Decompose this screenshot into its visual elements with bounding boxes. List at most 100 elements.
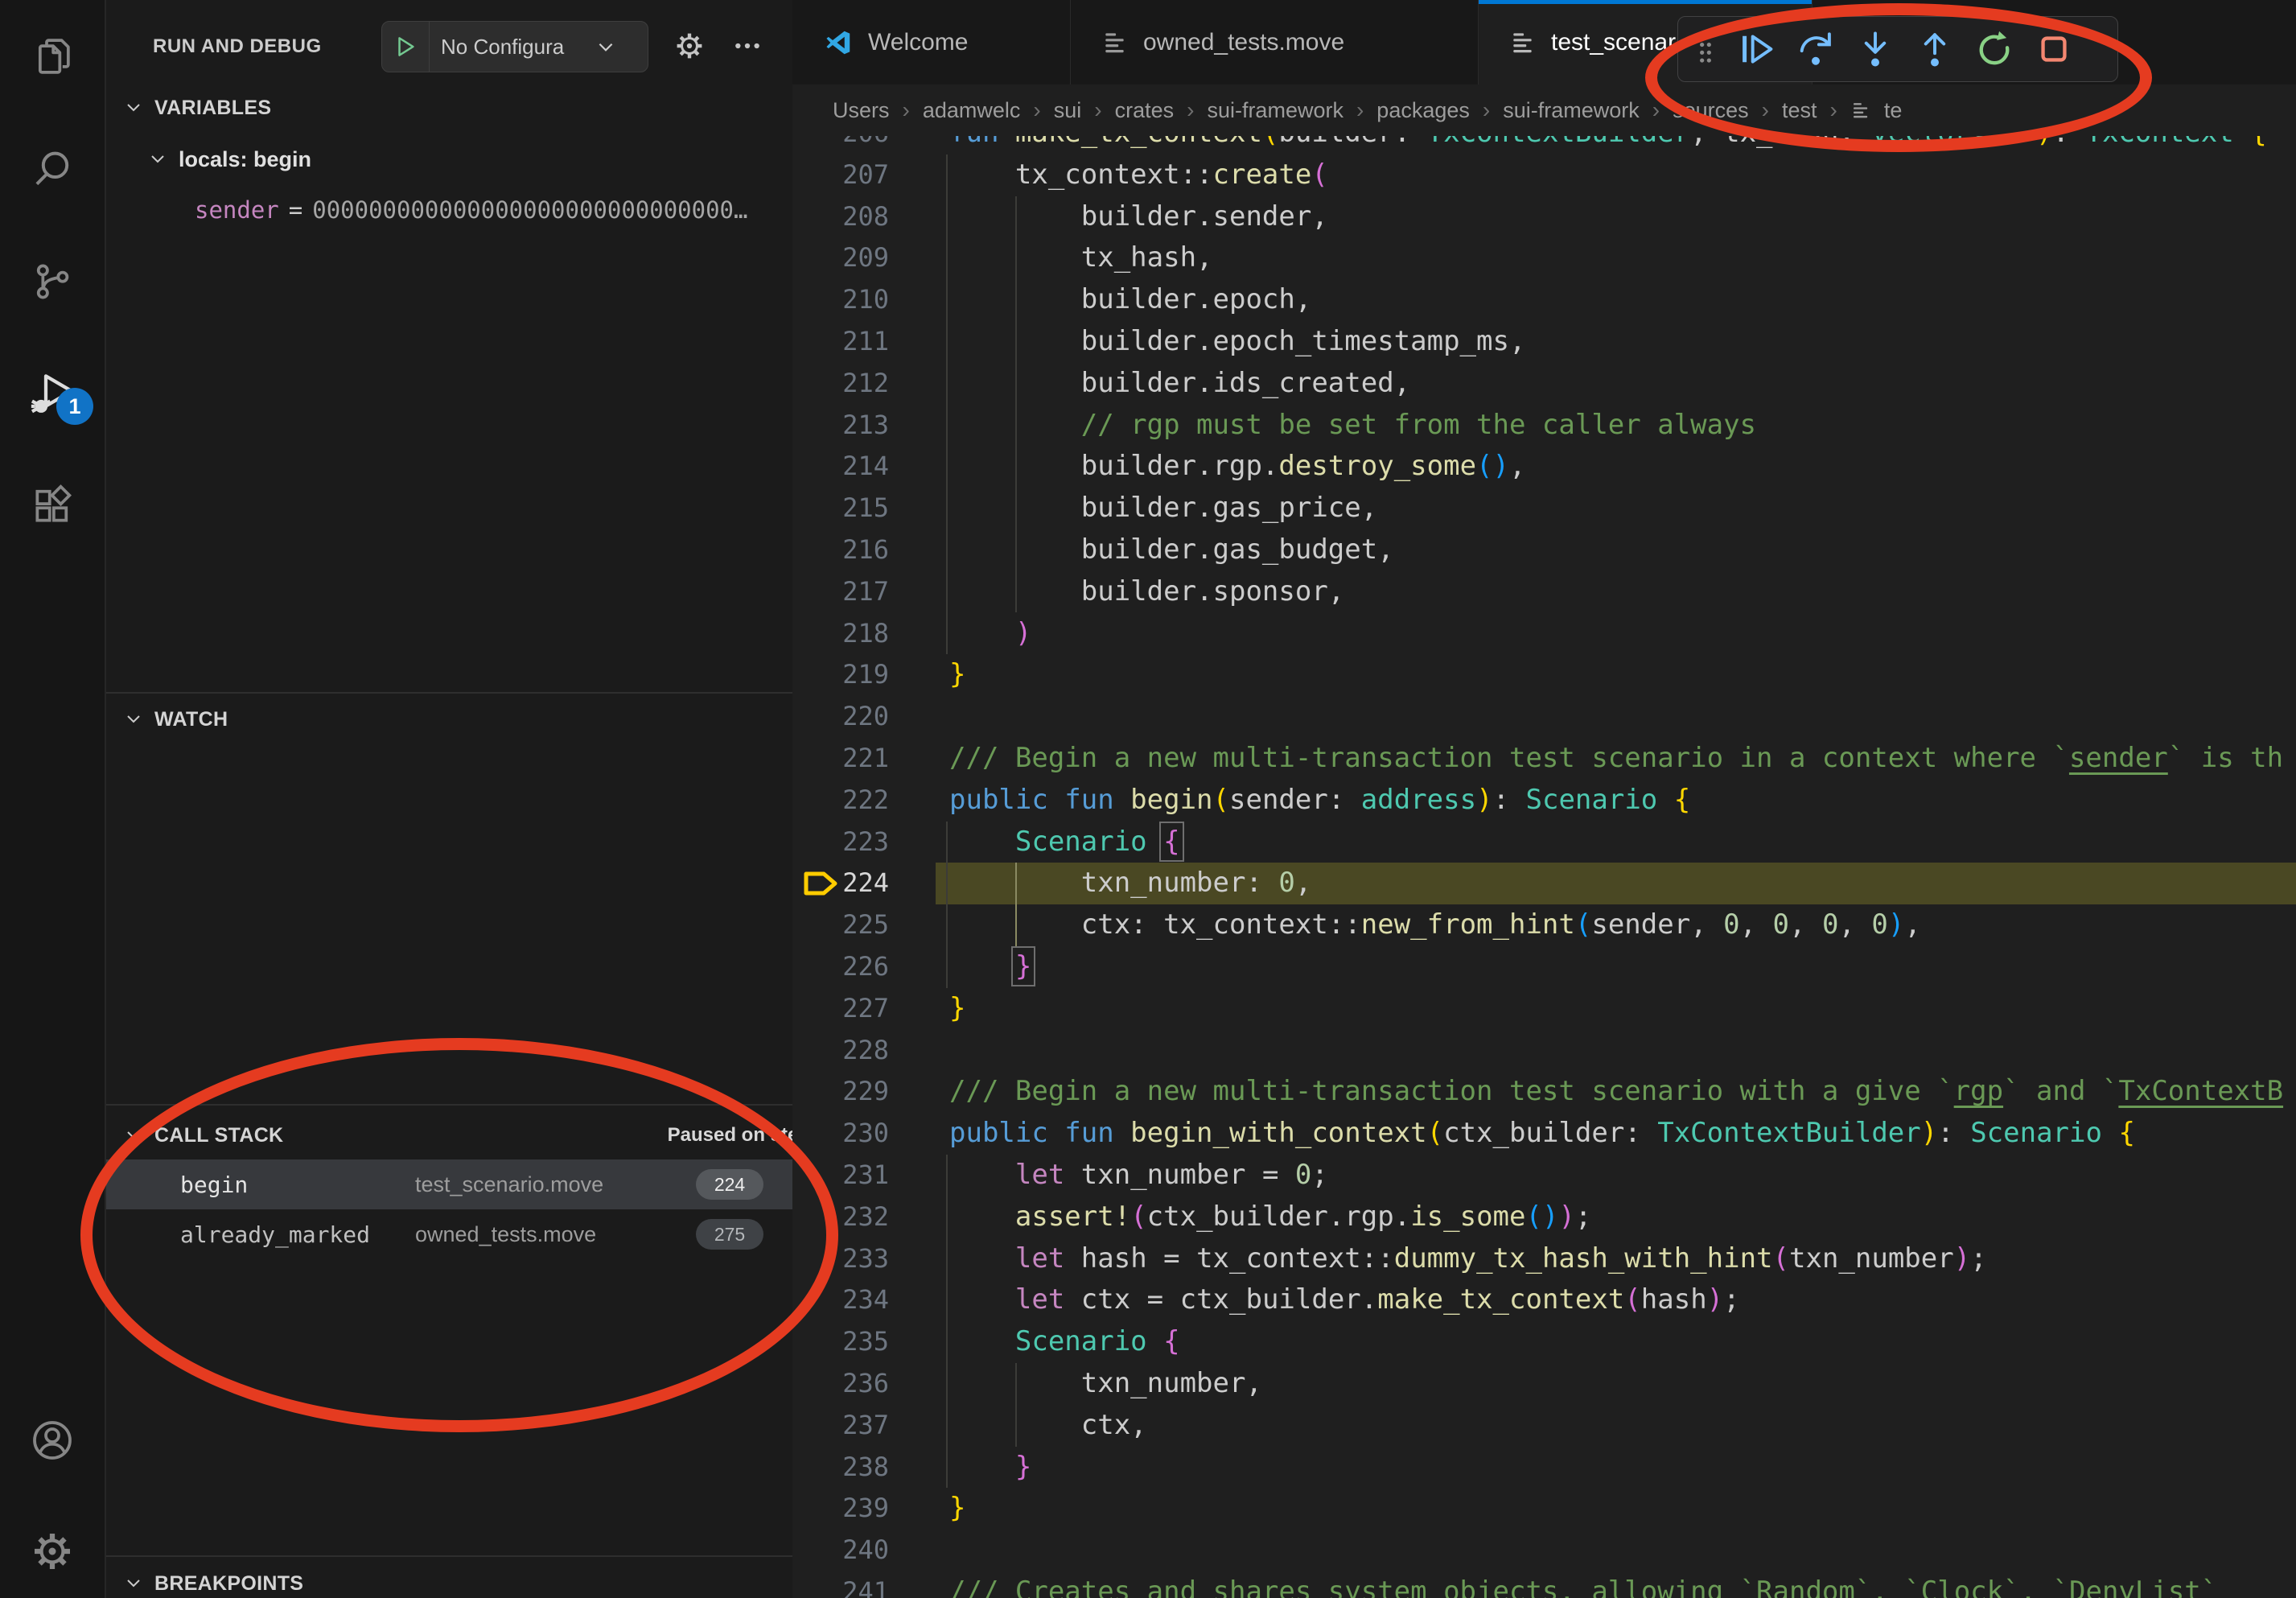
tab-welcome[interactable]: Welcome <box>792 0 1071 84</box>
line-number[interactable]: 214 <box>792 446 889 488</box>
line-number[interactable]: 230 <box>792 1113 889 1155</box>
code-line[interactable]: 224 txn_number: 0, <box>792 863 2296 904</box>
line-number[interactable]: 218 <box>792 613 889 655</box>
code-line[interactable]: 231 let txn_number = 0; <box>792 1155 2296 1196</box>
code-line[interactable]: 214 builder.rgp.destroy_some(), <box>792 446 2296 488</box>
variable-row[interactable]: sender = 000000000000000000000000000000… <box>106 193 881 227</box>
line-number[interactable]: 212 <box>792 363 889 405</box>
line-number[interactable]: 210 <box>792 279 889 321</box>
line-number[interactable]: 225 <box>792 904 889 946</box>
variables-section-header[interactable]: VARIABLES <box>106 92 810 124</box>
code-line[interactable]: 230public fun begin_with_context(ctx_bui… <box>792 1113 2296 1155</box>
step-into-button[interactable] <box>1845 21 1905 77</box>
line-number[interactable]: 220 <box>792 696 889 738</box>
code-line[interactable]: 228 <box>792 1030 2296 1072</box>
extensions-icon[interactable] <box>0 483 105 528</box>
call-stack-frame[interactable]: begin test_scenario.move 224 <box>106 1159 792 1209</box>
breakpoints-section-header[interactable]: BREAKPOINTS <box>106 1567 810 1598</box>
line-number[interactable]: 215 <box>792 488 889 529</box>
call-stack-frame[interactable]: already_marked owned_tests.move 275 <box>106 1209 792 1259</box>
line-number[interactable]: 221 <box>792 738 889 780</box>
code-line[interactable]: 212 builder.ids_created, <box>792 363 2296 405</box>
line-number[interactable]: 227 <box>792 988 889 1030</box>
code-line[interactable]: 241/// Creates and shares system objects… <box>792 1571 2296 1598</box>
line-number[interactable]: 232 <box>792 1196 889 1238</box>
watch-section-header[interactable]: WATCH <box>106 703 810 735</box>
account-icon[interactable] <box>0 1416 105 1464</box>
debug-config-dropdown[interactable]: No Configura <box>381 21 648 72</box>
code-line[interactable]: 219} <box>792 654 2296 696</box>
code-line[interactable]: 234 let ctx = ctx_builder.make_tx_contex… <box>792 1279 2296 1321</box>
line-number[interactable]: 213 <box>792 405 889 447</box>
breadcrumb-file[interactable]: te <box>1884 98 1903 123</box>
code-line[interactable]: 209 tx_hash, <box>792 237 2296 279</box>
start-debug-icon[interactable] <box>382 22 430 72</box>
line-number[interactable]: 231 <box>792 1155 889 1196</box>
line-number[interactable]: 233 <box>792 1238 889 1280</box>
line-number[interactable]: 226 <box>792 946 889 988</box>
code-line[interactable]: 233 let hash = tx_context::dummy_tx_hash… <box>792 1238 2296 1280</box>
code-line[interactable]: 221/// Begin a new multi-transaction tes… <box>792 738 2296 780</box>
breadcrumb-item[interactable]: Users <box>833 98 890 123</box>
code-line[interactable]: 235 Scenario { <box>792 1321 2296 1363</box>
breadcrumb-item[interactable]: sui <box>1054 98 1082 123</box>
line-number[interactable]: 222 <box>792 780 889 822</box>
code-line[interactable]: 238 } <box>792 1447 2296 1489</box>
line-number[interactable]: 216 <box>792 529 889 571</box>
breadcrumb-item[interactable]: test <box>1782 98 1817 123</box>
debug-gear-icon[interactable] <box>661 21 718 71</box>
line-number[interactable]: 237 <box>792 1405 889 1447</box>
restart-button[interactable] <box>1965 21 2024 77</box>
breadcrumb-item[interactable]: crates <box>1115 98 1175 123</box>
code-line[interactable]: 226 } <box>792 946 2296 988</box>
chevron-down-icon[interactable] <box>595 36 616 57</box>
toolbar-drag-handle[interactable] <box>1685 21 1726 77</box>
code-line[interactable]: 207 tx_context::create( <box>792 154 2296 196</box>
stop-button[interactable] <box>2024 21 2084 77</box>
code-line[interactable]: 225 ctx: tx_context::new_from_hint(sende… <box>792 904 2296 946</box>
code-line[interactable]: 237 ctx, <box>792 1405 2296 1447</box>
breadcrumb-item[interactable]: adamwelc <box>923 98 1021 123</box>
code-line[interactable]: 216 builder.gas_budget, <box>792 529 2296 571</box>
line-number[interactable]: 239 <box>792 1488 889 1530</box>
line-number[interactable]: 235 <box>792 1321 889 1363</box>
line-number[interactable]: 241 <box>792 1571 889 1598</box>
line-number[interactable]: 217 <box>792 571 889 613</box>
code-line[interactable]: 213 // rgp must be set from the caller a… <box>792 405 2296 447</box>
breadcrumb-item[interactable]: sui-framework <box>1503 98 1640 123</box>
line-number[interactable]: 223 <box>792 822 889 863</box>
code-line[interactable]: 227} <box>792 988 2296 1030</box>
code-line[interactable]: 210 builder.epoch, <box>792 279 2296 321</box>
breadcrumb-item[interactable]: sui-framework <box>1207 98 1343 123</box>
code-line[interactable]: 211 builder.epoch_timestamp_ms, <box>792 321 2296 363</box>
code-line[interactable]: 208 builder.sender, <box>792 196 2296 238</box>
step-over-button[interactable] <box>1786 21 1845 77</box>
line-number[interactable]: 234 <box>792 1279 889 1321</box>
line-number[interactable]: 211 <box>792 321 889 363</box>
call-stack-section-header[interactable]: CALL STACK Paused on step <box>106 1118 841 1152</box>
code-line[interactable]: 239} <box>792 1488 2296 1530</box>
code-line[interactable]: 218 ) <box>792 613 2296 655</box>
search-icon[interactable] <box>0 146 105 192</box>
line-number[interactable]: 209 <box>792 237 889 279</box>
tab-owned-tests[interactable]: owned_tests.move <box>1071 0 1479 84</box>
line-number[interactable]: 240 <box>792 1530 889 1571</box>
code-line[interactable]: 223 Scenario { <box>792 822 2296 863</box>
step-out-button[interactable] <box>1905 21 1965 77</box>
run-and-debug-icon[interactable]: 1 <box>0 369 105 420</box>
line-number[interactable]: 207 <box>792 154 889 196</box>
code-line[interactable]: 229/// Begin a new multi-transaction tes… <box>792 1071 2296 1113</box>
continue-button[interactable] <box>1726 21 1786 77</box>
explorer-icon[interactable] <box>0 34 105 79</box>
line-number[interactable]: 219 <box>792 654 889 696</box>
more-actions-icon[interactable] <box>719 21 776 71</box>
source-control-icon[interactable] <box>0 259 105 304</box>
code-line[interactable]: 215 builder.gas_price, <box>792 488 2296 529</box>
line-number[interactable]: 238 <box>792 1447 889 1489</box>
code-line[interactable]: 232 assert!(ctx_builder.rgp.is_some()); <box>792 1196 2296 1238</box>
settings-gear-icon[interactable] <box>0 1527 105 1575</box>
code-line[interactable]: 217 builder.sponsor, <box>792 571 2296 613</box>
line-number[interactable]: 236 <box>792 1363 889 1405</box>
line-number[interactable]: 208 <box>792 196 889 238</box>
code-line[interactable]: 222public fun begin(sender: address): Sc… <box>792 780 2296 822</box>
